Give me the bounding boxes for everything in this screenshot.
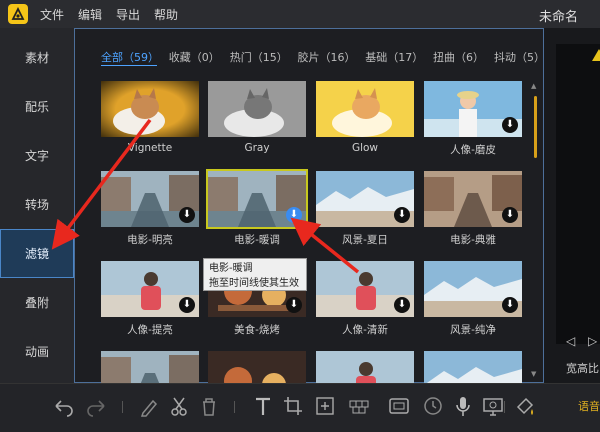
- cut-icon[interactable]: [168, 395, 190, 417]
- mosaic-icon[interactable]: [348, 395, 370, 417]
- crop-icon[interactable]: [282, 395, 304, 417]
- arrow-to-filter-tab: [51, 118, 152, 250]
- text-icon[interactable]: [252, 395, 274, 417]
- clock-icon[interactable]: [422, 395, 444, 417]
- mic-icon[interactable]: [452, 395, 474, 417]
- toolbar-divider: [504, 401, 505, 413]
- redo-icon[interactable]: [86, 395, 108, 417]
- audio-label[interactable]: 语音: [578, 398, 600, 414]
- toolbar-divider: [122, 401, 123, 413]
- arrow-to-download: [290, 217, 360, 274]
- frame-icon[interactable]: [388, 395, 410, 417]
- camera-icon[interactable]: [482, 395, 504, 417]
- pen-icon[interactable]: [138, 395, 160, 417]
- zoom-icon[interactable]: [314, 395, 336, 417]
- undo-icon[interactable]: [52, 395, 74, 417]
- toolbar-divider: [234, 401, 235, 413]
- delete-icon[interactable]: [198, 395, 220, 417]
- paint-icon[interactable]: [514, 395, 536, 417]
- annotation-arrows: [51, 118, 360, 274]
